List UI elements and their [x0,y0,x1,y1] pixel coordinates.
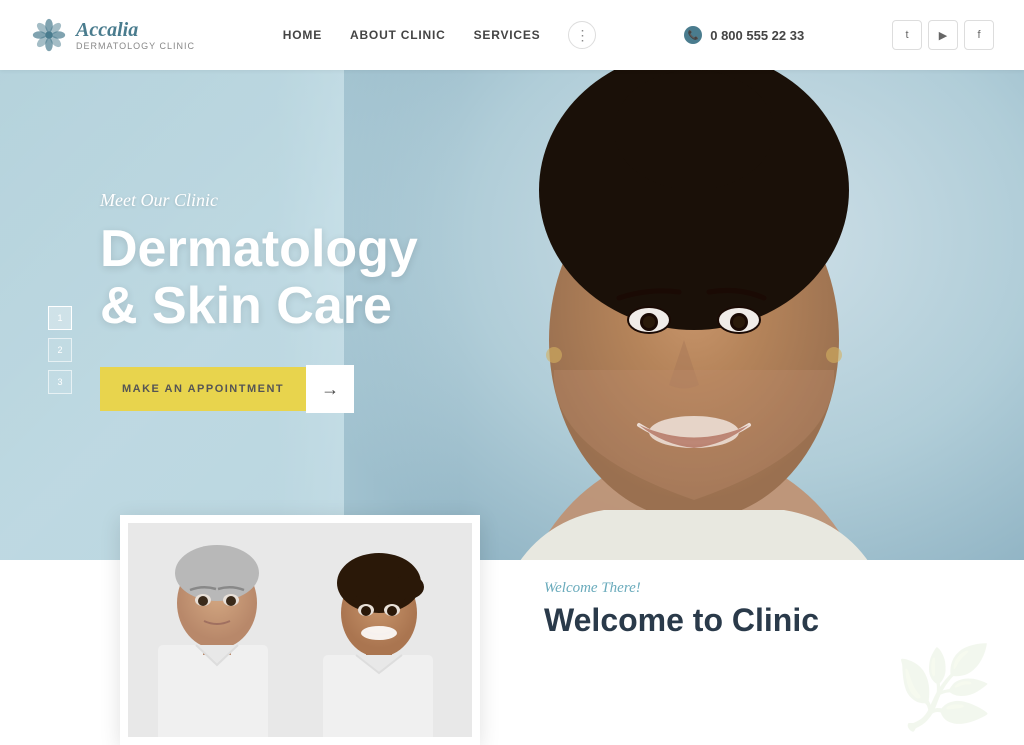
more-dots-icon: ⋮ [575,27,589,44]
nav-menu: HOME ABOUT CLINIC SERVICES ⋮ [283,21,597,49]
youtube-button[interactable]: ▶ [928,20,958,50]
social-links: t ▶ f [892,20,994,50]
leaf-watermark: 🌿 [894,641,994,735]
slide-indicator-3[interactable]: 3 [48,370,72,394]
logo-icon [30,16,68,54]
bottom-section: 🌿 Welcome There! Welcome to Clinic [0,560,1024,745]
hero-title-line1: Dermatology [100,220,418,278]
appointment-button[interactable]: MAKE AN APPOINTMENT → [100,365,354,413]
logo-text: Accalia Dermatology Clinic [76,19,195,51]
phone-icon: 📞 [684,26,702,44]
hero-tagline: Meet Our Clinic [100,190,418,211]
logo[interactable]: Accalia Dermatology Clinic [30,16,195,54]
doctors-image-card [120,515,480,745]
twitter-button[interactable]: t [892,20,922,50]
welcome-tagline: Welcome There! [544,580,984,597]
doctors-image [128,523,472,737]
appointment-button-label[interactable]: MAKE AN APPOINTMENT [100,367,306,411]
welcome-title: Welcome to Clinic [544,601,984,639]
slide-indicators: 1 2 3 [48,306,72,394]
nav-item-home[interactable]: HOME [283,26,322,44]
youtube-icon: ▶ [939,29,947,42]
slide-indicator-1[interactable]: 1 [48,306,72,330]
twitter-icon: t [905,29,908,41]
phone-number: 📞 0 800 555 22 33 [684,26,804,44]
doctors-svg [128,523,472,737]
navbar: Accalia Dermatology Clinic HOME ABOUT CL… [0,0,1024,70]
hero-title: Dermatology & Skin Care [100,221,418,335]
appointment-button-arrow[interactable]: → [306,365,354,413]
facebook-button[interactable]: f [964,20,994,50]
facebook-icon: f [977,29,980,41]
hero-content: Meet Our Clinic Dermatology & Skin Care … [100,190,418,413]
welcome-section: 🌿 Welcome There! Welcome to Clinic [504,560,1024,745]
nav-more-button[interactable]: ⋮ [568,21,596,49]
nav-item-about[interactable]: ABOUT CLINIC [350,26,446,44]
brand-subtitle: Dermatology Clinic [76,41,195,51]
hero-title-line2: & Skin Care [100,277,392,335]
brand-name: Accalia [76,19,195,41]
slide-indicator-2[interactable]: 2 [48,338,72,362]
nav-item-services[interactable]: SERVICES [474,26,541,44]
